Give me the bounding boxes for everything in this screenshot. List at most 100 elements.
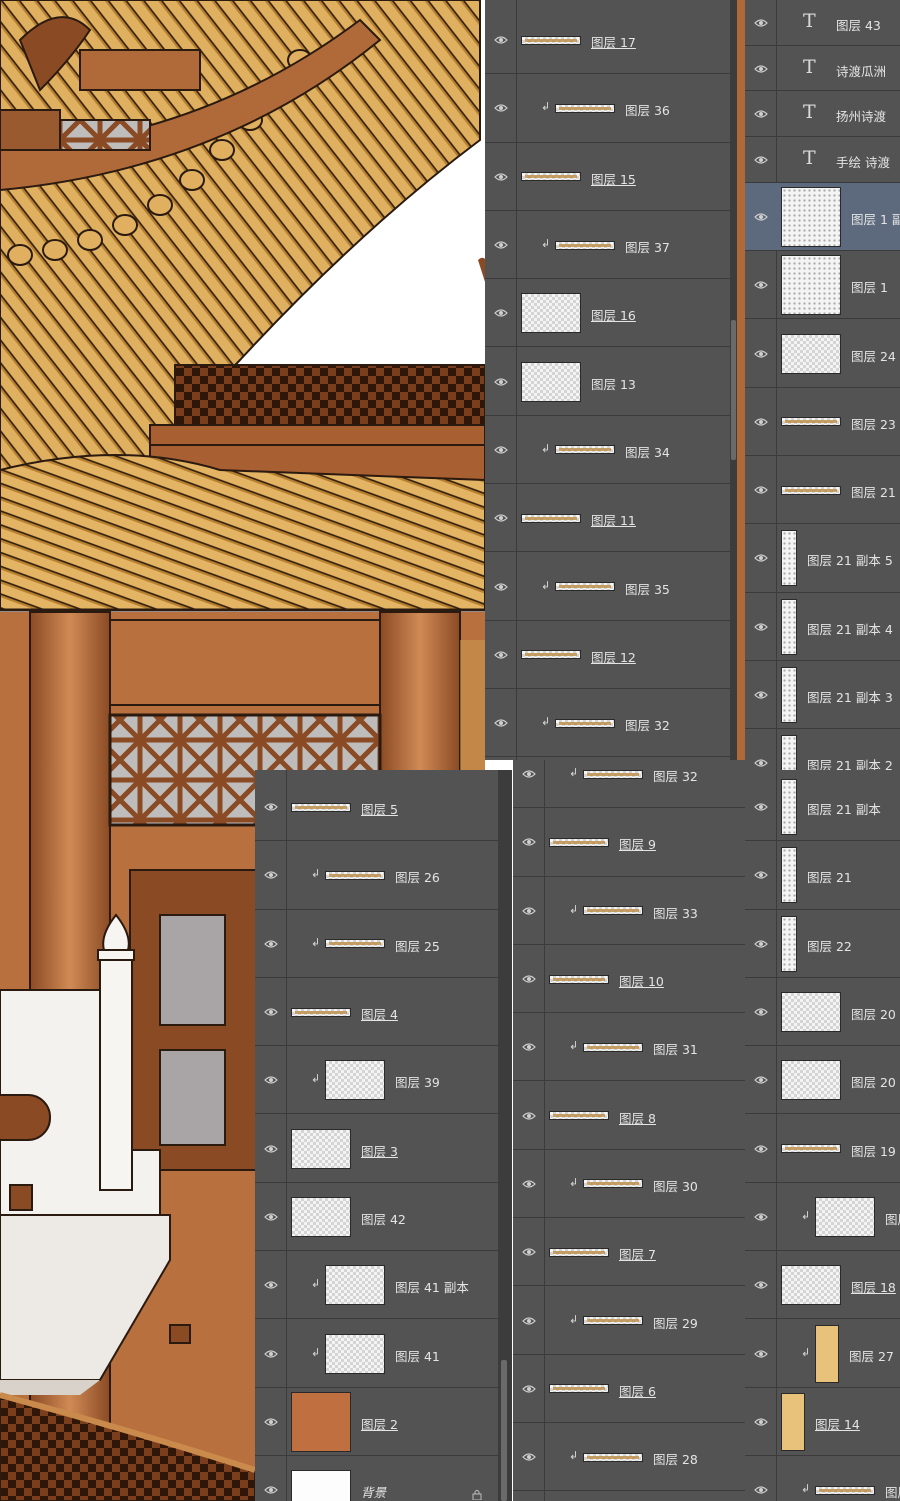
layer-row[interactable]: 图层 11 (485, 484, 730, 553)
eye-icon[interactable] (753, 1281, 768, 1289)
eye-icon[interactable] (263, 1076, 278, 1084)
eye-icon[interactable] (263, 1486, 278, 1494)
layer-row[interactable]: ↲ 图层 41 (255, 1319, 498, 1388)
eye-icon[interactable] (521, 1180, 536, 1188)
layer-row[interactable]: 图层 2 (255, 1388, 498, 1456)
layer-row[interactable]: ↲ 图层 36 (485, 74, 730, 143)
eye-icon[interactable] (521, 1316, 536, 1325)
layer-row[interactable]: ↲ 图层 34 (485, 416, 730, 485)
eye-icon[interactable] (263, 1281, 278, 1289)
eye-icon[interactable] (493, 309, 508, 317)
layer-row[interactable]: 图层 10 (513, 945, 745, 1014)
layer-name[interactable]: 图层 32 (625, 715, 670, 734)
layer-name[interactable]: 图层 3 (361, 1141, 398, 1160)
layer-row[interactable]: 图层 14 (745, 1388, 900, 1456)
layer-name[interactable]: 图层 17 (591, 32, 636, 51)
eye-icon[interactable] (521, 1112, 536, 1120)
layer-name[interactable]: 图层 16 (591, 305, 636, 324)
eye-icon[interactable] (263, 940, 278, 948)
layer-name[interactable]: 图层 1 (851, 277, 888, 296)
eye-icon[interactable] (263, 1008, 278, 1016)
layer-row[interactable]: ↲ 图层 31 (513, 1013, 745, 1082)
layer-name[interactable]: 图层 31 (653, 1039, 698, 1058)
eye-icon[interactable] (263, 803, 278, 811)
layer-name[interactable]: 图层 32 (653, 766, 698, 785)
layer-name[interactable]: 图层 (885, 1482, 900, 1501)
layer-name[interactable]: 图层 9 (619, 834, 656, 853)
eye-icon[interactable] (753, 486, 768, 494)
layer-row[interactable]: 图层 23 (745, 388, 900, 456)
eye-icon[interactable] (521, 838, 536, 847)
layer-row[interactable]: 图层 6 (513, 1355, 745, 1423)
eye-icon[interactable] (493, 378, 508, 386)
layer-row[interactable]: 图层 3 (255, 1115, 498, 1183)
layer-name[interactable]: 图层 7 (619, 1244, 656, 1263)
eye-icon[interactable] (753, 554, 768, 563)
layer-name[interactable]: 图层 21 副本 5 (807, 550, 893, 569)
eye-icon[interactable] (493, 241, 508, 249)
layer-row[interactable]: ↲ 图层 30 (513, 1150, 745, 1219)
layer-name[interactable]: 图层 19 (851, 1141, 896, 1160)
layer-row[interactable]: 图层 5 (255, 773, 498, 842)
layer-name[interactable]: 图层 20 (851, 1072, 896, 1091)
layer-name[interactable]: 诗渡瓜洲 (836, 61, 886, 80)
layer-row[interactable]: ↲ 图层 37 (485, 211, 730, 280)
eye-icon[interactable] (753, 156, 768, 164)
eye-icon[interactable] (753, 940, 768, 948)
layer-row[interactable]: 图层 21 副本 (745, 773, 900, 842)
layer-row[interactable]: ↲ 图层 26 (255, 841, 498, 910)
layer-name[interactable]: 图层 18 (851, 1277, 896, 1296)
eye-icon[interactable] (753, 64, 768, 73)
eye-icon[interactable] (753, 213, 768, 221)
layers-panel-top-middle[interactable]: 图层 17 ↲ 图层 36 图层 15 ↲ 图层 37 图层 16 图层 13 ↲ 图层 34 图层… (485, 0, 730, 760)
layer-name[interactable]: 图层 21 (807, 867, 852, 886)
layer-name[interactable]: 图层 21 (851, 482, 896, 501)
scrollbar-thumb[interactable] (501, 1360, 507, 1501)
layer-name[interactable]: 图层 37 (625, 237, 670, 256)
eye-icon[interactable] (753, 871, 768, 880)
layer-name[interactable]: 图层 30 (653, 1176, 698, 1195)
eye-icon[interactable] (753, 1076, 768, 1084)
eye-icon[interactable] (753, 1418, 768, 1426)
eye-icon[interactable] (493, 173, 508, 181)
layer-name[interactable]: 手绘 诗渡 (836, 152, 890, 171)
eye-icon[interactable] (753, 1213, 768, 1221)
layer-name[interactable]: 图层 39 (395, 1072, 440, 1091)
eye-icon[interactable] (493, 651, 508, 659)
layer-name[interactable]: 图层 41 (395, 1346, 440, 1365)
layer-row[interactable]: 图层 15 (485, 143, 730, 211)
eye-icon[interactable] (753, 349, 768, 358)
layer-row[interactable]: 图层 21 副本 3 (745, 661, 900, 730)
eye-icon[interactable] (263, 871, 278, 880)
layer-name[interactable]: 图层 28 (653, 1449, 698, 1468)
layer-row[interactable]: T 图层 43 (745, 0, 900, 46)
layer-row[interactable]: 图层 19 (745, 1115, 900, 1183)
layer-name[interactable]: 图层 12 (591, 647, 636, 666)
eye-icon[interactable] (753, 1145, 768, 1153)
layer-name[interactable]: 图层 21 副本 2 (807, 755, 893, 770)
layer-row[interactable]: 图层 21 副本 5 (745, 524, 900, 593)
layer-name[interactable]: 图层 21 副本 4 (807, 619, 893, 638)
layer-row[interactable]: 图层 21 副本 2 (745, 729, 900, 770)
layer-name[interactable]: 图层 14 (815, 1414, 860, 1433)
layer-name[interactable]: 图层 43 (836, 15, 881, 34)
layer-name[interactable]: 图层 41 副本 (395, 1277, 469, 1296)
layer-row[interactable]: ↲ 图层 33 (513, 877, 745, 945)
layer-row[interactable]: 图层 12 (485, 621, 730, 689)
layer-name[interactable]: 图层 11 (591, 510, 636, 529)
layers-panel-bottom-right[interactable]: 图层 21 副本图层 21图层 22图层 20图层 20图层 19↲图层图层 1… (745, 770, 900, 1501)
layer-name[interactable]: 图层 23 (851, 414, 896, 433)
layer-row[interactable]: 图层 42 (255, 1183, 498, 1252)
eye-icon[interactable] (521, 975, 536, 983)
eye-icon[interactable] (753, 110, 768, 118)
eye-icon[interactable] (753, 19, 768, 27)
layer-name[interactable]: 背景 (361, 1482, 386, 1501)
eye-icon[interactable] (521, 1043, 536, 1051)
eye-icon[interactable] (263, 1145, 278, 1153)
layers-panel-bottom-middle[interactable]: ↲ 图层 32 图层 9 ↲ 图层 33 图层 10 ↲ 图层 31 图层 8 ↲ 图层 30 图层 … (513, 760, 745, 1501)
eye-icon[interactable] (493, 36, 508, 44)
eye-icon[interactable] (263, 1418, 278, 1426)
layer-name[interactable]: 图层 1 副本 (851, 209, 900, 228)
scrollbar-thumb[interactable] (731, 320, 736, 460)
layers-panel-bottom-left[interactable]: 图层 5 ↲ 图层 26 ↲ 图层 25 图层 4 ↲ 图层 39 图层 3 图层 42 ↲ 图层 4… (255, 770, 498, 1501)
